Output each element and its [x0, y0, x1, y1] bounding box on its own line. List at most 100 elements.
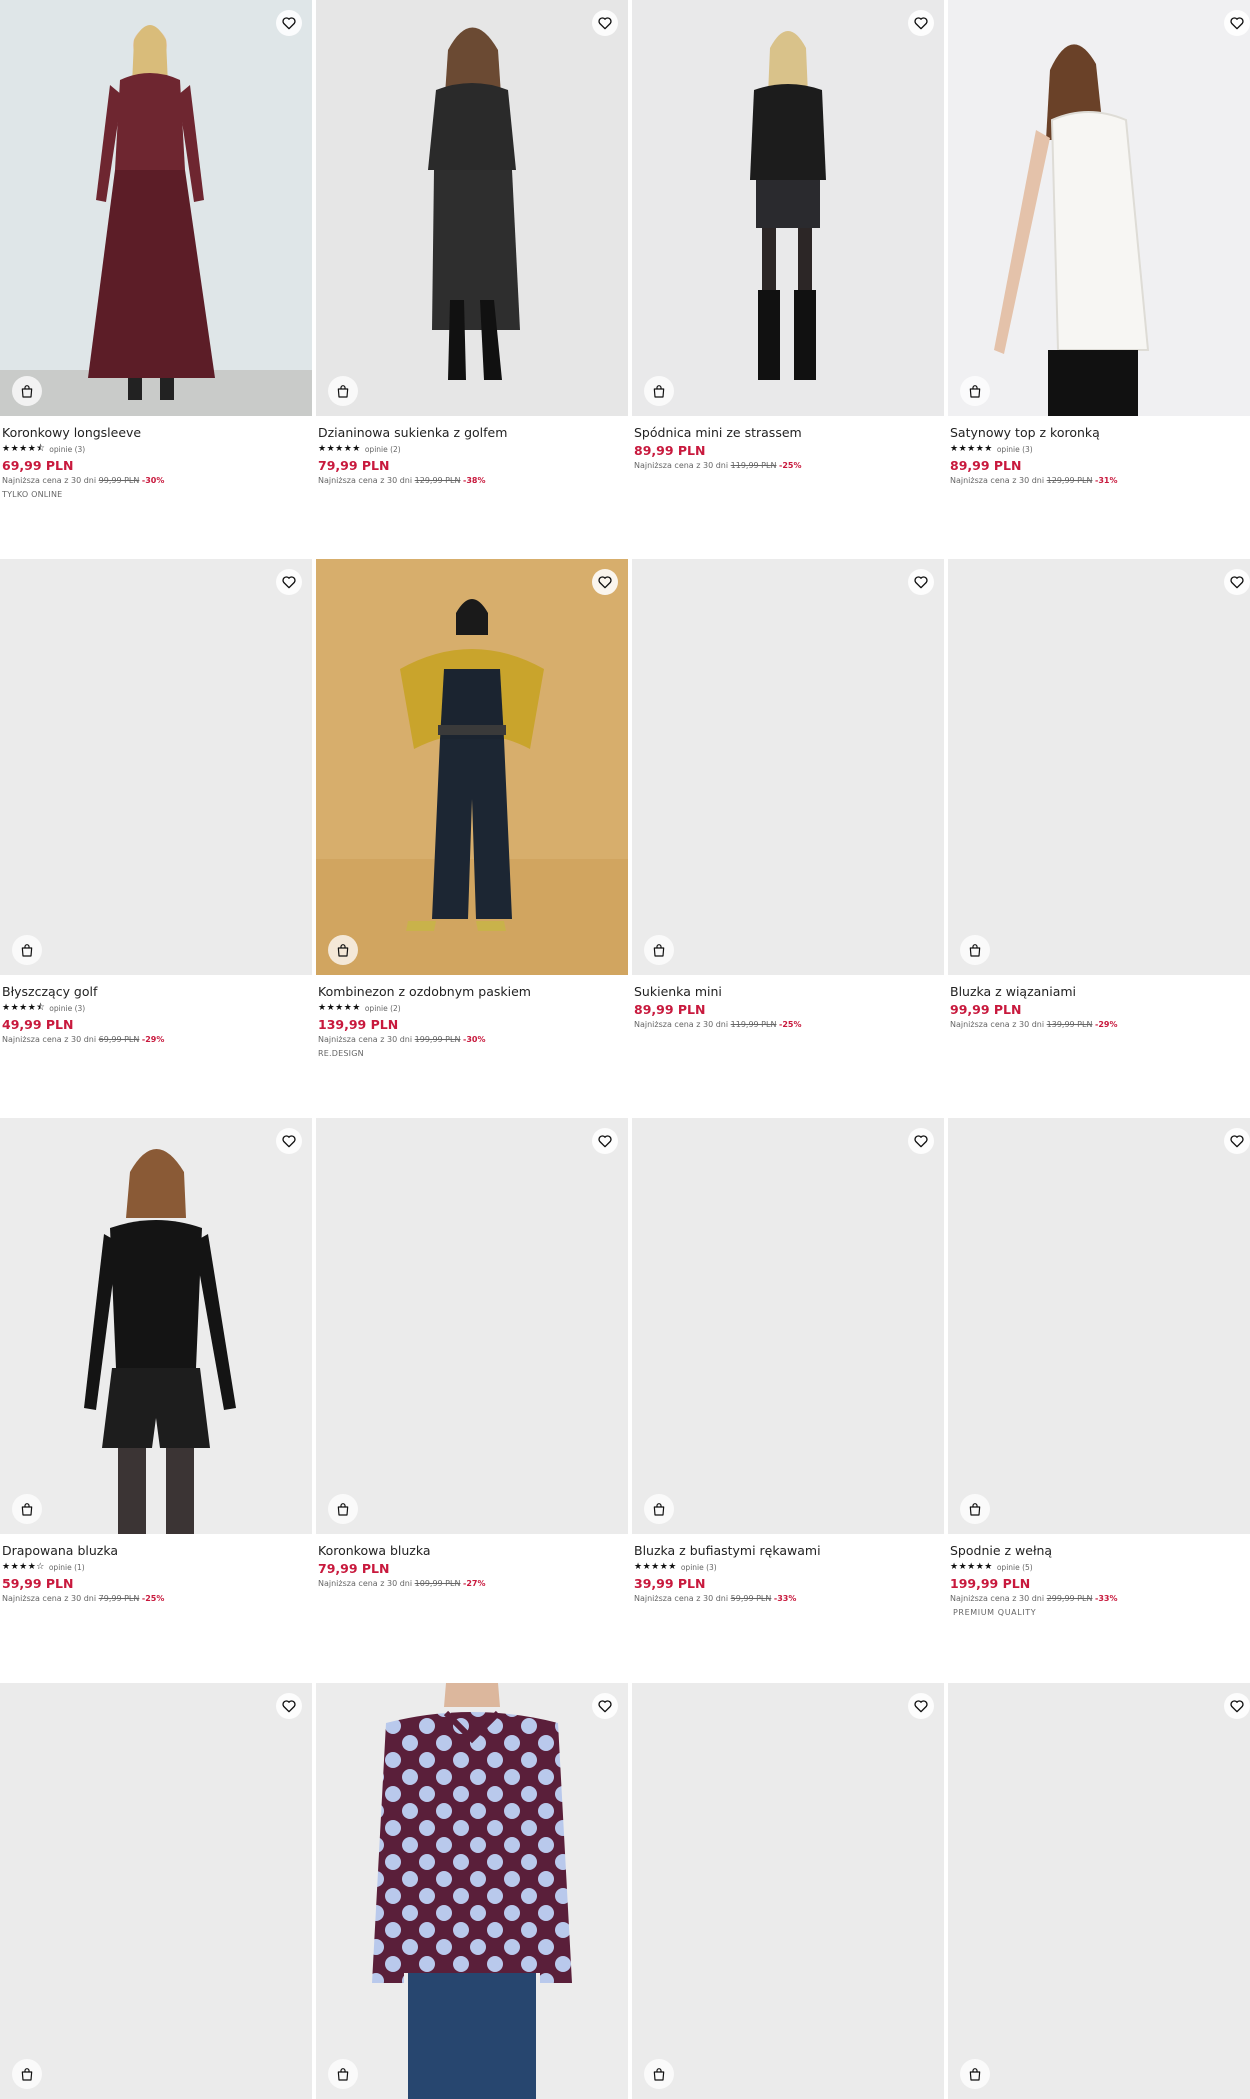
- shopping-bag-icon[interactable]: [644, 376, 674, 406]
- lowest-price-info: Najniższa cena z 30 dni 109,99 PLN -27%: [318, 1579, 486, 1588]
- product-rating: ★★★★⯪ opinie (3): [2, 1001, 310, 1015]
- shopping-bag-icon[interactable]: [328, 2059, 358, 2089]
- product-image[interactable]: [316, 1683, 628, 2099]
- heart-icon[interactable]: [276, 1693, 302, 1719]
- product-image[interactable]: [632, 0, 944, 416]
- heart-icon[interactable]: [1224, 569, 1250, 595]
- rating-stars: ★★★★★: [950, 1562, 993, 1572]
- product-image[interactable]: [0, 559, 312, 975]
- heart-icon[interactable]: [1224, 1693, 1250, 1719]
- product-rating: ★★★★★ opinie (3): [950, 442, 1250, 456]
- shopping-bag-icon[interactable]: [960, 1494, 990, 1524]
- opinions-count: opinie (5): [996, 1562, 1033, 1572]
- heart-icon[interactable]: [908, 1693, 934, 1719]
- rating-stars: ★★★★⯪: [2, 444, 46, 454]
- heart-icon[interactable]: [276, 10, 302, 36]
- product-name[interactable]: Błyszczący golf: [2, 983, 310, 1000]
- product-name[interactable]: Kombinezon z ozdobnym paskiem: [318, 983, 626, 1000]
- product-name[interactable]: Dzianinowa sukienka z golfem: [318, 424, 626, 441]
- opinions-count: opinie (3): [996, 444, 1033, 454]
- heart-icon[interactable]: [592, 1693, 618, 1719]
- product-image[interactable]: [316, 1118, 628, 1534]
- product-price: 199,99 PLN: [950, 1576, 1031, 1591]
- lowest-price-info: Najniższa cena z 30 dni 59,99 PLN -33%: [634, 1594, 797, 1603]
- heart-icon[interactable]: [1224, 1128, 1250, 1154]
- shopping-bag-icon[interactable]: [328, 376, 358, 406]
- lowest-price-info: Najniższa cena z 30 dni 139,99 PLN -29%: [950, 1020, 1118, 1029]
- shopping-bag-icon[interactable]: [328, 935, 358, 965]
- product-image[interactable]: [948, 1118, 1250, 1534]
- product-name[interactable]: Drapowana bluzka: [2, 1542, 310, 1559]
- product-name[interactable]: Bluzka z bufiastymi rękawami: [634, 1542, 942, 1559]
- product-price: 89,99 PLN: [634, 1002, 706, 1017]
- product-image[interactable]: [0, 1683, 312, 2099]
- product-tag: TYLKO ONLINE: [2, 490, 63, 499]
- lowest-price-info: Najniższa cena z 30 dni 129,99 PLN -31%: [950, 476, 1118, 485]
- product-rating: ★★★★★ opinie (3): [634, 1560, 942, 1574]
- rating-stars: ★★★★★: [634, 1562, 677, 1572]
- opinions-count: opinie (1): [48, 1562, 85, 1572]
- shopping-bag-icon[interactable]: [960, 2059, 990, 2089]
- lowest-price-info: Najniższa cena z 30 dni 119,99 PLN -25%: [634, 1020, 802, 1029]
- opinions-count: opinie (2): [364, 1003, 401, 1013]
- product-rating: ★★★★⯪ opinie (3): [2, 442, 310, 456]
- heart-icon[interactable]: [592, 10, 618, 36]
- lowest-price-info: Najniższa cena z 30 dni 119,99 PLN -25%: [634, 461, 802, 470]
- product-price: 69,99 PLN: [2, 458, 74, 473]
- product-rating: ★★★★★ opinie (2): [318, 1001, 626, 1015]
- opinions-count: opinie (3): [49, 1003, 86, 1013]
- shopping-bag-icon[interactable]: [644, 1494, 674, 1524]
- shopping-bag-icon[interactable]: [328, 1494, 358, 1524]
- heart-icon[interactable]: [592, 1128, 618, 1154]
- heart-icon[interactable]: [1224, 10, 1250, 36]
- rating-stars: ★★★★★: [318, 444, 361, 454]
- product-name[interactable]: Koronkowy longsleeve: [2, 424, 310, 441]
- lowest-price-info: Najniższa cena z 30 dni 99,99 PLN -30%: [2, 476, 165, 485]
- product-name[interactable]: Sukienka mini: [634, 983, 942, 1000]
- shopping-bag-icon[interactable]: [960, 376, 990, 406]
- shopping-bag-icon[interactable]: [12, 1494, 42, 1524]
- lowest-price-info: Najniższa cena z 30 dni 299,99 PLN -33%: [950, 1594, 1118, 1603]
- product-image[interactable]: [0, 0, 312, 416]
- product-name[interactable]: Spodnie z wełną: [950, 1542, 1250, 1559]
- heart-icon[interactable]: [276, 1128, 302, 1154]
- product-image[interactable]: [948, 0, 1250, 416]
- opinions-count: opinie (3): [680, 1562, 717, 1572]
- product-price: 99,99 PLN: [950, 1002, 1022, 1017]
- product-image[interactable]: [632, 559, 944, 975]
- product-name[interactable]: Bluzka z wiązaniami: [950, 983, 1250, 1000]
- heart-icon[interactable]: [276, 569, 302, 595]
- shopping-bag-icon[interactable]: [12, 935, 42, 965]
- product-price: 59,99 PLN: [2, 1576, 74, 1591]
- product-rating: ★★★★★ opinie (5): [950, 1560, 1250, 1574]
- product-price: 139,99 PLN: [318, 1017, 399, 1032]
- product-image[interactable]: [316, 559, 628, 975]
- product-image[interactable]: [632, 1118, 944, 1534]
- product-name[interactable]: Spódnica mini ze strassem: [634, 424, 942, 441]
- lowest-price-info: Najniższa cena z 30 dni 69,99 PLN -29%: [2, 1035, 165, 1044]
- product-image[interactable]: [316, 0, 628, 416]
- product-tag: RE.DESIGN: [318, 1049, 364, 1058]
- opinions-count: opinie (3): [49, 444, 86, 454]
- shopping-bag-icon[interactable]: [644, 935, 674, 965]
- shopping-bag-icon[interactable]: [12, 376, 42, 406]
- shopping-bag-icon[interactable]: [12, 2059, 42, 2089]
- product-image[interactable]: [948, 1683, 1250, 2099]
- rating-stars: ★★★★⯪: [2, 1003, 46, 1013]
- heart-icon[interactable]: [592, 569, 618, 595]
- heart-icon[interactable]: [908, 1128, 934, 1154]
- product-image[interactable]: [632, 1683, 944, 2099]
- product-price: 89,99 PLN: [634, 443, 706, 458]
- product-rating: ★★★★☆ opinie (1): [2, 1560, 310, 1574]
- rating-stars: ★★★★☆: [2, 1562, 45, 1572]
- product-image[interactable]: [0, 1118, 312, 1534]
- shopping-bag-icon[interactable]: [960, 935, 990, 965]
- product-name[interactable]: Koronkowa bluzka: [318, 1542, 626, 1559]
- heart-icon[interactable]: [908, 10, 934, 36]
- lowest-price-info: Najniższa cena z 30 dni 199,99 PLN -30%: [318, 1035, 486, 1044]
- shopping-bag-icon[interactable]: [644, 2059, 674, 2089]
- product-image[interactable]: [948, 559, 1250, 975]
- product-name[interactable]: Satynowy top z koronką: [950, 424, 1250, 441]
- heart-icon[interactable]: [908, 569, 934, 595]
- product-rating: ★★★★★ opinie (2): [318, 442, 626, 456]
